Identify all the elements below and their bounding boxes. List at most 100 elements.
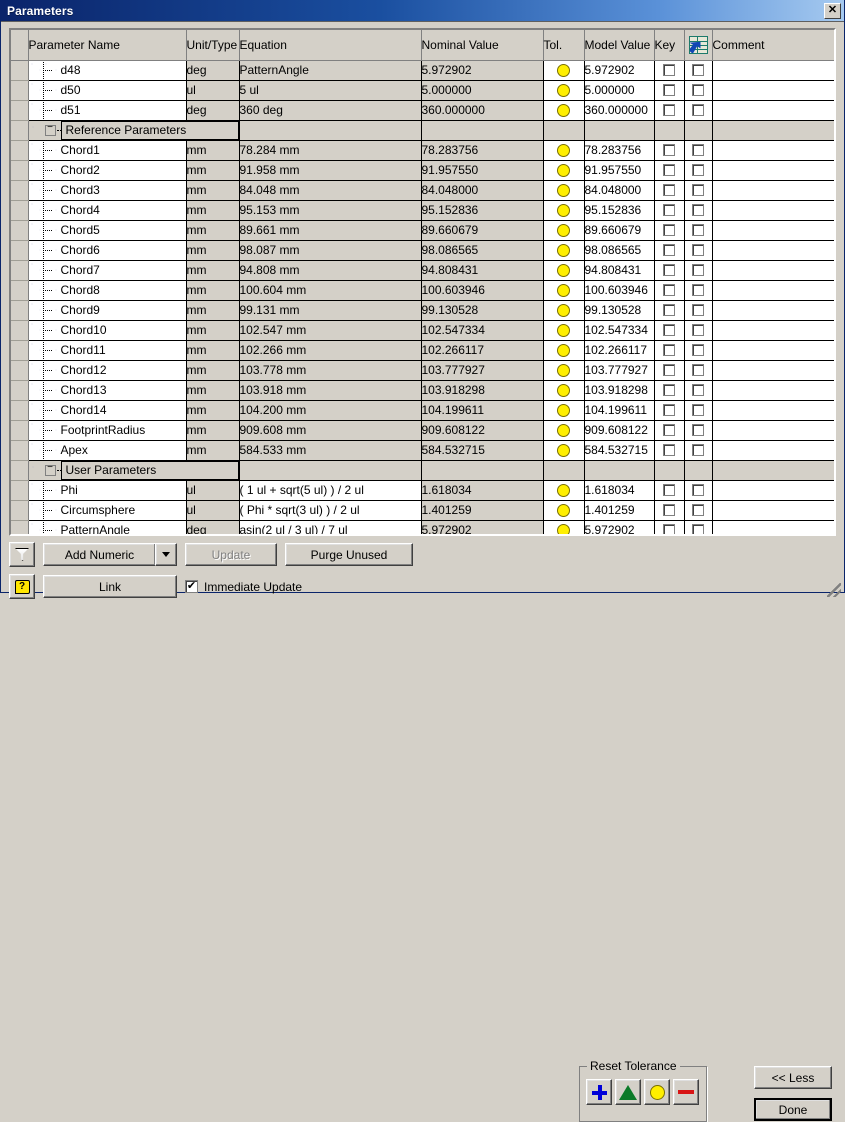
unit-type-cell[interactable]: ul bbox=[186, 480, 240, 501]
equation-cell[interactable]: ( 1 ul + sqrt(5 ul) ) / 2 ul bbox=[239, 480, 422, 501]
key-cell[interactable] bbox=[654, 420, 685, 441]
table-row[interactable]: Chord5 mm 89.661 mm 89.660679 89.660679 bbox=[11, 220, 834, 241]
tolerance-cell[interactable] bbox=[543, 180, 585, 201]
comment-cell[interactable] bbox=[712, 160, 834, 181]
unit-type-cell[interactable]: mm bbox=[186, 300, 240, 321]
key-checkbox[interactable] bbox=[663, 284, 675, 296]
key-checkbox[interactable] bbox=[663, 224, 675, 236]
column-header-key[interactable]: Key bbox=[654, 30, 685, 61]
unit-type-cell[interactable]: mm bbox=[186, 200, 240, 221]
export-checkbox[interactable] bbox=[692, 404, 704, 416]
export-checkbox[interactable] bbox=[692, 244, 704, 256]
comment-cell[interactable] bbox=[712, 80, 834, 101]
comment-cell[interactable] bbox=[712, 320, 834, 341]
table-row[interactable]: Chord10 mm 102.547 mm 102.547334 102.547334 bbox=[11, 320, 834, 341]
tolerance-cell[interactable] bbox=[543, 400, 585, 421]
row-selector[interactable] bbox=[11, 100, 29, 121]
export-checkbox[interactable] bbox=[692, 364, 704, 376]
filter-button[interactable] bbox=[9, 542, 35, 567]
tolerance-cell[interactable] bbox=[543, 280, 585, 301]
key-cell[interactable] bbox=[654, 520, 685, 534]
export-checkbox[interactable] bbox=[692, 524, 704, 534]
key-cell[interactable] bbox=[654, 140, 685, 161]
parameter-name-cell[interactable]: Chord11 bbox=[28, 340, 187, 361]
add-numeric-dropdown-button[interactable] bbox=[155, 543, 177, 566]
table-row[interactable]: Chord7 mm 94.808 mm 94.808431 94.808431 bbox=[11, 260, 834, 281]
comment-cell[interactable] bbox=[712, 300, 834, 321]
comment-cell[interactable] bbox=[712, 480, 834, 501]
unit-type-cell[interactable]: mm bbox=[186, 280, 240, 301]
export-checkbox[interactable] bbox=[692, 384, 704, 396]
unit-type-cell[interactable]: mm bbox=[186, 320, 240, 341]
key-checkbox[interactable] bbox=[663, 384, 675, 396]
export-checkbox[interactable] bbox=[692, 304, 704, 316]
key-checkbox[interactable] bbox=[663, 64, 675, 76]
row-selector[interactable] bbox=[11, 520, 29, 534]
equation-cell[interactable]: 89.661 mm bbox=[239, 220, 422, 241]
export-cell[interactable] bbox=[684, 440, 713, 461]
export-checkbox[interactable] bbox=[692, 284, 704, 296]
comment-cell[interactable] bbox=[712, 280, 834, 301]
export-cell[interactable] bbox=[684, 300, 713, 321]
parameter-name-cell[interactable]: Chord1 bbox=[28, 140, 187, 161]
collapse-toggle-icon[interactable]: − bbox=[44, 463, 56, 476]
resize-grip[interactable] bbox=[827, 583, 841, 597]
table-row[interactable]: d48 deg PatternAngle 5.972902 5.972902 bbox=[11, 60, 834, 81]
key-checkbox[interactable] bbox=[663, 444, 675, 456]
key-cell[interactable] bbox=[654, 160, 685, 181]
table-row[interactable]: Chord2 mm 91.958 mm 91.957550 91.957550 bbox=[11, 160, 834, 181]
comment-cell[interactable] bbox=[712, 340, 834, 361]
key-cell[interactable] bbox=[654, 240, 685, 261]
close-icon[interactable]: ✕ bbox=[824, 2, 841, 19]
unit-type-cell[interactable]: deg bbox=[186, 100, 240, 121]
link-button[interactable]: Link bbox=[43, 575, 177, 598]
key-cell[interactable] bbox=[654, 480, 685, 501]
unit-type-cell[interactable]: mm bbox=[186, 340, 240, 361]
key-checkbox[interactable] bbox=[663, 364, 675, 376]
export-cell[interactable] bbox=[684, 200, 713, 221]
export-cell[interactable] bbox=[684, 80, 713, 101]
table-row[interactable]: FootprintRadius mm 909.608 mm 909.608122 909… bbox=[11, 420, 834, 441]
equation-cell[interactable]: 91.958 mm bbox=[239, 160, 422, 181]
parameter-name-cell[interactable]: Chord8 bbox=[28, 280, 187, 301]
tolerance-cell[interactable] bbox=[543, 160, 585, 181]
key-cell[interactable] bbox=[654, 180, 685, 201]
export-cell[interactable] bbox=[684, 340, 713, 361]
parameter-name-cell[interactable]: Chord7 bbox=[28, 260, 187, 281]
equation-cell[interactable]: asin(2 ul / 3 ul) / 7 ul bbox=[239, 520, 422, 534]
group-name-cell[interactable]: − User Parameters bbox=[28, 460, 240, 481]
export-checkbox[interactable] bbox=[692, 324, 704, 336]
parameter-name-cell[interactable]: Chord12 bbox=[28, 360, 187, 381]
tolerance-cell[interactable] bbox=[543, 320, 585, 341]
key-cell[interactable] bbox=[654, 400, 685, 421]
table-row[interactable]: Chord9 mm 99.131 mm 99.130528 99.130528 bbox=[11, 300, 834, 321]
row-selector[interactable] bbox=[11, 500, 29, 521]
row-selector[interactable] bbox=[11, 440, 29, 461]
equation-cell[interactable]: 5 ul bbox=[239, 80, 422, 101]
table-row[interactable]: Chord12 mm 103.778 mm 103.777927 103.777927 bbox=[11, 360, 834, 381]
key-checkbox[interactable] bbox=[663, 244, 675, 256]
key-checkbox[interactable] bbox=[663, 524, 675, 534]
tolerance-cell[interactable] bbox=[543, 100, 585, 121]
export-cell[interactable] bbox=[684, 480, 713, 501]
tolerance-cell[interactable] bbox=[543, 340, 585, 361]
tolerance-cell[interactable] bbox=[543, 360, 585, 381]
row-selector[interactable] bbox=[11, 180, 29, 201]
equation-cell[interactable]: 909.608 mm bbox=[239, 420, 422, 441]
row-selector[interactable] bbox=[11, 120, 29, 141]
row-selector[interactable] bbox=[11, 400, 29, 421]
export-cell[interactable] bbox=[684, 180, 713, 201]
tolerance-plus-button[interactable] bbox=[586, 1079, 612, 1105]
export-cell[interactable] bbox=[684, 220, 713, 241]
unit-type-cell[interactable]: mm bbox=[186, 180, 240, 201]
export-cell[interactable] bbox=[684, 280, 713, 301]
key-cell[interactable] bbox=[654, 440, 685, 461]
key-cell[interactable] bbox=[654, 360, 685, 381]
key-cell[interactable] bbox=[654, 200, 685, 221]
key-cell[interactable] bbox=[654, 340, 685, 361]
export-checkbox[interactable] bbox=[692, 164, 704, 176]
export-cell[interactable] bbox=[684, 320, 713, 341]
key-cell[interactable] bbox=[654, 500, 685, 521]
row-selector[interactable] bbox=[11, 280, 29, 301]
export-cell[interactable] bbox=[684, 60, 713, 81]
